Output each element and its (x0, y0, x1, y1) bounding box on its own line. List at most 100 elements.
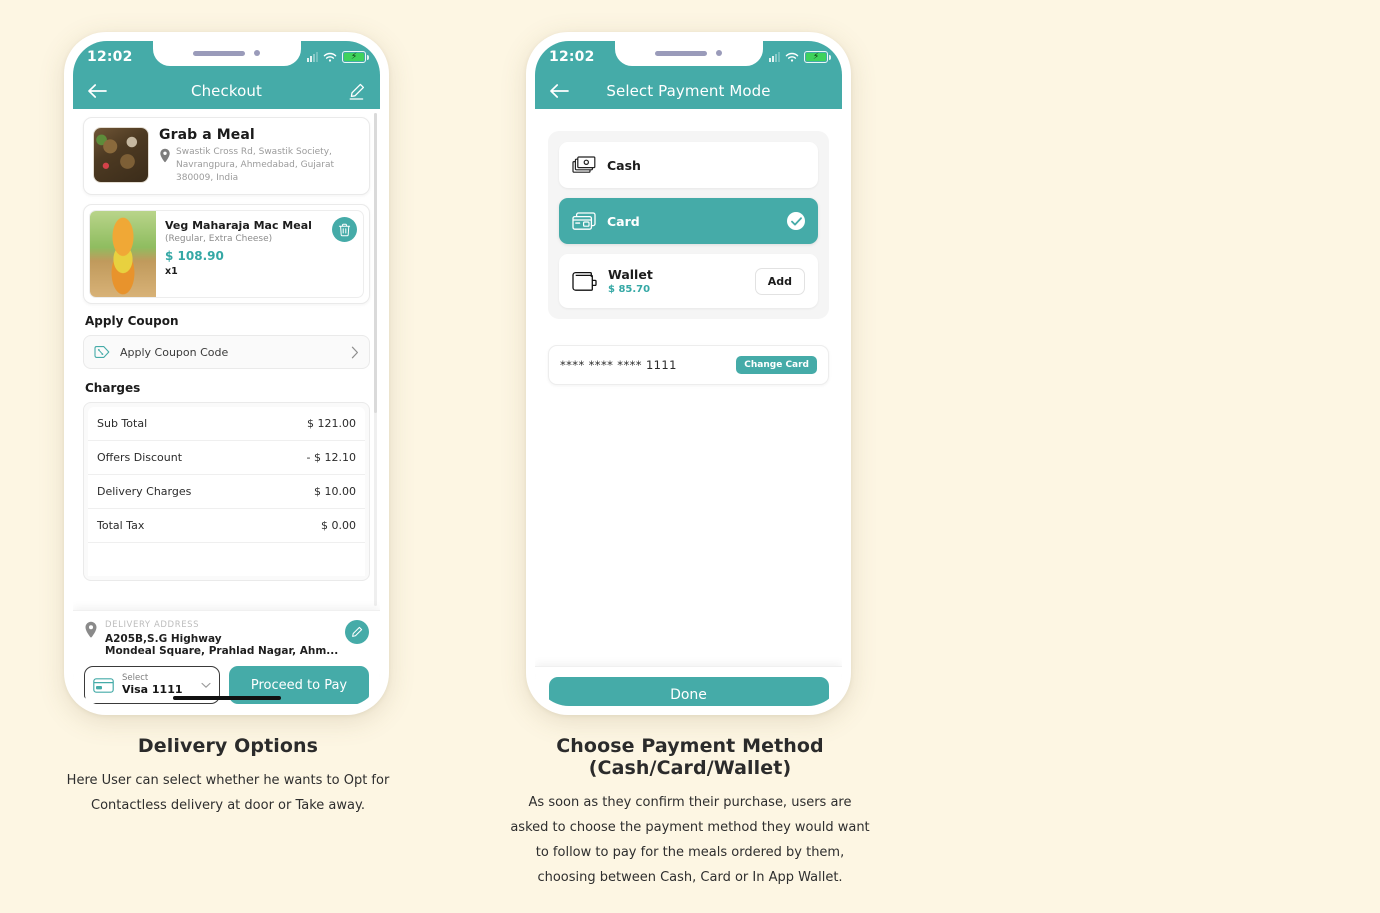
phone2-app-bar: Select Payment Mode (535, 73, 842, 109)
meal-item-card[interactable]: Veg Maharaja Mac Meal (Regular, Extra Ch… (83, 204, 370, 305)
device-notch (614, 41, 763, 66)
add-wallet-money-button[interactable]: Add (754, 267, 805, 295)
apply-coupon-heading: Apply Coupon (85, 314, 179, 329)
caption-line: Contactless delivery at door or Take awa… (91, 797, 365, 813)
wallet-balance: $ 85.70 (608, 284, 651, 295)
phone2-screen: 12:02 ⚡ Select Payment Mode Cash Card Wa… (535, 41, 842, 706)
credit-card-icon (572, 211, 596, 230)
status-indicators: ⚡ (307, 51, 369, 63)
location-pin-icon (85, 621, 97, 638)
status-time: 12:02 (549, 49, 595, 65)
cellular-signal-icon (769, 52, 780, 62)
delete-meal-button[interactable] (332, 217, 357, 243)
payment-option-card[interactable]: Card (559, 198, 818, 244)
edit-order-button[interactable] (344, 79, 368, 103)
page-title-payment: Select Payment Mode (606, 82, 771, 100)
back-button-payment[interactable] (547, 79, 571, 103)
battery-icon: ⚡ (342, 51, 369, 63)
back-button-checkout[interactable] (85, 79, 109, 103)
restaurant-card[interactable]: Grab a Meal Swastik Cross Rd, Swastik So… (83, 117, 370, 196)
charge-label-hidden (97, 553, 101, 566)
phone1-status-bar: 12:02 ⚡ (73, 41, 380, 73)
select-card-value: Visa 1111 (122, 682, 183, 696)
chevron-down-icon (201, 682, 211, 688)
apply-coupon-row[interactable]: Apply Coupon Code (83, 335, 370, 370)
phone1-content: Grab a Meal Swastik Cross Rd, Swastik So… (73, 109, 380, 706)
selected-check-badge (787, 212, 805, 230)
charges-box: Sub Total $ 121.00 Offers Discount - $ 1… (83, 402, 370, 582)
delivery-address-block[interactable]: DELIVERY ADDRESS A205B,S.G Highway Monde… (84, 620, 369, 657)
phone-mockup-checkout: 12:02 ⚡ Checkout Grab a Meal Swastik Cro… (64, 32, 389, 715)
coupon-tag-icon (94, 346, 110, 359)
caption-body: As soon as they confirm their purchase, … (452, 791, 928, 891)
payment-options-group: Cash Card Wallet $ 85.70 Add (548, 131, 829, 319)
charge-label: Total Tax (97, 519, 145, 533)
table-row: Total Tax $ 0.00 (88, 509, 365, 544)
credit-card-icon (93, 677, 114, 693)
phone1-app-bar: Checkout (73, 73, 380, 109)
wifi-icon (785, 52, 799, 62)
table-row: Sub Total $ 121.00 (88, 407, 365, 442)
check-icon (790, 216, 802, 225)
payment-option-label: Wallet (608, 267, 653, 282)
caption-title: Delivery Options (137, 735, 319, 757)
caption-delivery-options: Delivery Options Here User can select wh… (28, 735, 428, 819)
payment-option-wallet[interactable]: Wallet $ 85.70 Add (559, 254, 818, 308)
charges-heading: Charges (85, 381, 141, 396)
table-row: Offers Discount - $ 12.10 (88, 441, 365, 476)
checkout-scroll-area[interactable]: Grab a Meal Swastik Cross Rd, Swastik So… (73, 109, 380, 610)
meal-photo (90, 211, 156, 298)
meal-price: $ 108.90 (165, 249, 224, 264)
payment-option-cash[interactable]: Cash (559, 142, 818, 188)
phone2-content: Cash Card Wallet $ 85.70 Add **** **** *… (535, 131, 842, 706)
delivery-address-label: DELIVERY ADDRESS (105, 620, 200, 630)
delivery-address-line1: A205B,S.G Highway (105, 633, 222, 645)
caption-line: Here User can select whether he wants to… (66, 773, 390, 788)
phone1-screen: 12:02 ⚡ Checkout Grab a Meal Swastik Cro… (73, 41, 380, 706)
charge-value: $ 121.00 (307, 417, 356, 431)
charge-value: $ 10.00 (314, 485, 356, 499)
caption-payment-method: Choose Payment Method (Cash/Card/Wallet)… (452, 735, 928, 891)
meal-options: (Regular, Extra Cheese) (165, 234, 273, 245)
battery-icon: ⚡ (804, 51, 831, 63)
page-title-checkout: Checkout (191, 82, 262, 100)
phone-mockup-payment: 12:02 ⚡ Select Payment Mode Cash Card Wa… (526, 32, 851, 715)
table-row-partial (88, 543, 365, 577)
front-camera-dot (254, 50, 260, 56)
status-time: 12:02 (87, 49, 133, 65)
front-camera-dot (716, 50, 722, 56)
checkout-bottom-dock: DELIVERY ADDRESS A205B,S.G Highway Monde… (73, 610, 380, 706)
scrollbar-thumb[interactable] (374, 113, 377, 413)
page-root: 12:02 ⚡ Checkout Grab a Meal Swastik Cro… (0, 0, 1380, 913)
charge-label: Offers Discount (97, 451, 183, 465)
home-indicator (172, 696, 281, 700)
caption-title: Choose Payment Method (Cash/Card/Wallet) (556, 735, 824, 779)
caption-line: As soon as they confirm their purchase, … (528, 795, 852, 810)
done-button[interactable]: Done (548, 677, 829, 706)
arrow-left-icon (550, 84, 569, 98)
pencil-edit-icon (349, 83, 364, 100)
restaurant-name: Grab a Meal (159, 127, 255, 143)
table-row: Delivery Charges $ 10.00 (88, 475, 365, 510)
phone2-status-bar: 12:02 ⚡ (535, 41, 842, 73)
charge-value: $ 0.00 (321, 519, 356, 533)
earpiece-speaker (193, 50, 245, 56)
restaurant-photo (93, 127, 149, 183)
change-card-button[interactable]: Change Card (736, 356, 817, 374)
apply-coupon-label: Apply Coupon Code (120, 345, 229, 359)
earpiece-speaker (655, 50, 707, 56)
payment-option-label: Cash (607, 157, 641, 173)
meal-quantity: x1 (165, 266, 178, 278)
restaurant-address: Swastik Cross Rd, Swastik Society, Navra… (176, 147, 335, 184)
cellular-signal-icon (307, 52, 318, 62)
wallet-icon (572, 271, 597, 291)
caption-line: choosing between Cash, Card or In App Wa… (537, 869, 843, 885)
device-notch (152, 41, 301, 66)
delivery-address-line2: Mondeal Square, Prahlad Nagar, Ahm... (105, 645, 339, 657)
edit-address-button[interactable] (345, 620, 369, 644)
caption-body: Here User can select whether he wants to… (28, 769, 428, 819)
charge-label: Delivery Charges (97, 485, 192, 499)
saved-card-row[interactable]: **** **** **** 1111 Change Card (548, 345, 829, 385)
status-indicators: ⚡ (769, 51, 831, 63)
meal-name: Veg Maharaja Mac Meal (165, 219, 312, 233)
